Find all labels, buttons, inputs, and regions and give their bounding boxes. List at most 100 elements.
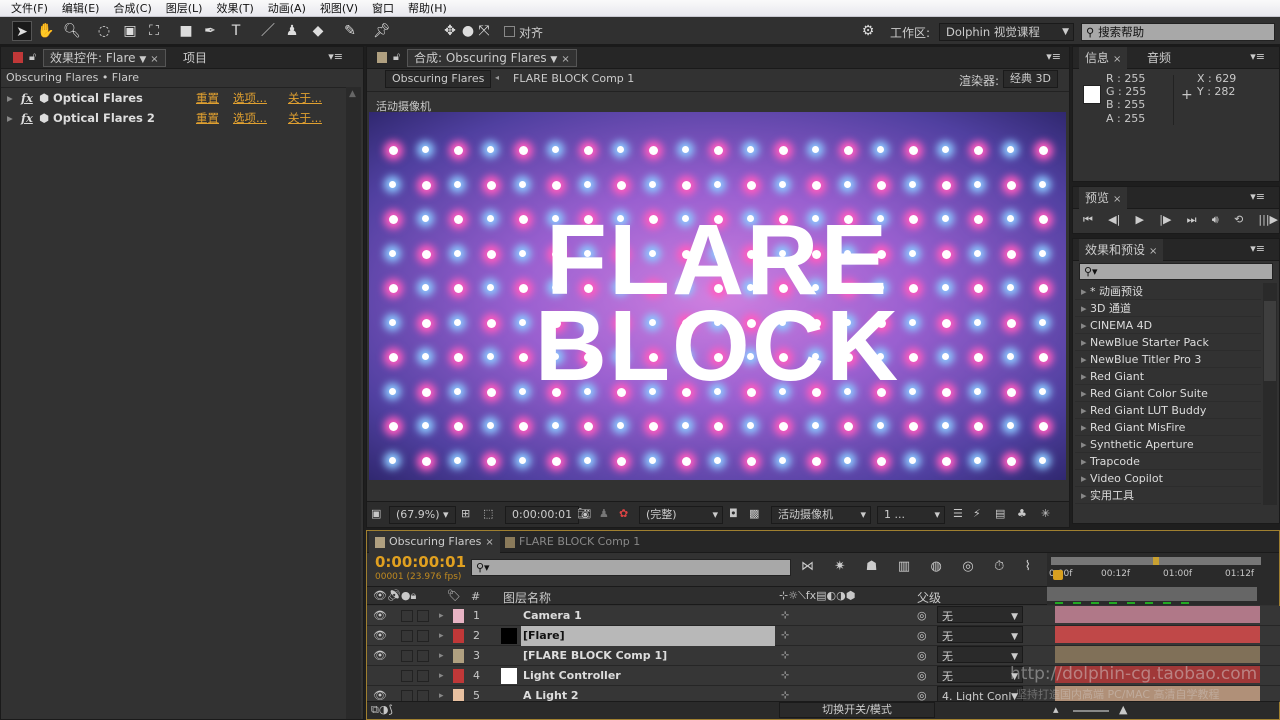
resolution-dropdown[interactable]: (完整) ▾ [639,506,723,524]
layer-search-input[interactable]: ⚲▾ [471,559,791,576]
layer-name[interactable]: [Flare] [521,626,775,646]
tab-effect-controls[interactable]: 效果控件: Flare ▼ × [43,49,166,67]
about-link[interactable]: 关于... [288,108,322,128]
exposure-icon[interactable]: ✳ [1041,507,1050,520]
camera-view-dropdown[interactable]: 活动摄像机 ▾ [771,506,871,524]
snap-checkbox[interactable] [504,26,515,37]
label-color[interactable] [453,629,464,643]
pickwhip-icon[interactable]: ◎ [917,626,927,646]
solo-toggle[interactable] [401,650,413,662]
menu-composition[interactable]: 合成(C) [106,0,158,16]
visibility-icon[interactable]: 👁︎ [373,626,387,646]
visibility-icon[interactable]: 👁︎ [373,606,387,626]
tab-effects-presets[interactable]: 效果和预设 × [1079,239,1164,261]
about-link[interactable]: 关于... [288,88,322,108]
pin-tool-icon[interactable]: 📌︎ [372,21,392,41]
layer-name[interactable]: Light Controller [521,666,775,686]
menu-effect[interactable]: 效果(T) [209,0,260,16]
expand-icon[interactable]: ▸ [439,646,444,666]
composition-viewer[interactable]: FLARE BLOCK [369,112,1066,480]
panel-menu-icon[interactable]: ▾≡ [1046,50,1061,63]
table-row[interactable]: 👁︎ ▸ 1 Camera 1 ⊹ ◎ 无 ▼ [367,606,1280,626]
parent-dropdown[interactable]: 无 ▼ [937,646,1023,663]
pickwhip-icon[interactable]: ◎ [917,686,927,702]
layer-name[interactable]: A Light 2 [521,686,775,702]
table-row[interactable]: 👁︎ ▸ 2 [Flare] ⊹ ◎ 无 ▼ [367,626,1280,646]
region-icon[interactable]: ▣ [371,507,381,520]
puppet-tool-icon[interactable]: ✎ [340,21,360,41]
pan-behind-tool-icon[interactable]: ⛶ [144,21,164,41]
next-frame-icon[interactable]: |▶ [1159,213,1171,227]
reset-link[interactable]: 重置 [196,88,219,108]
pen-tool-icon[interactable]: ✒ [200,21,220,41]
brush-tool-icon[interactable]: ／ [258,21,278,41]
tab-flare-block-comp[interactable]: FLARE BLOCK Comp 1 [499,531,646,553]
solo-toggle[interactable] [401,630,413,642]
visibility-icon[interactable]: 👁︎ [373,646,387,666]
expand-icon[interactable]: ▸ [439,606,444,626]
effects-category[interactable]: Red Giant MisFire [1075,419,1261,436]
switches[interactable]: ⊹ [781,646,789,666]
effects-category[interactable]: Video Copilot [1075,470,1261,487]
graph-editor-icon[interactable]: ⌇ [1025,559,1031,574]
view-layout-dropdown[interactable]: 1 ... ▾ [877,506,945,524]
ram-preview-icon[interactable]: |||▶ [1258,213,1278,227]
rotate-tool-icon[interactable]: ◌ [94,21,114,41]
layer-name[interactable]: [FLARE BLOCK Comp 1] [521,646,775,666]
breadcrumb-obscuring-flares[interactable]: Obscuring Flares [385,70,492,88]
scrollbar[interactable] [1263,283,1277,505]
tab-preview[interactable]: 预览 × [1079,187,1128,209]
label-color[interactable] [453,609,464,623]
auto-keyframe-icon[interactable]: ⏱ [994,559,1004,574]
selection-tool-icon[interactable]: ➤ [12,21,32,41]
flowchart-icon[interactable]: ♣ [1017,507,1027,520]
show-snapshot-icon[interactable]: ♟ [599,507,609,520]
expand-icon[interactable]: ▸ [439,626,444,646]
label-color[interactable] [453,649,464,663]
options-link[interactable]: 选项... [233,108,267,128]
workspace-dropdown[interactable]: Dolphin 视觉课程 ▼ [939,23,1074,41]
panel-menu-icon[interactable]: ▾≡ [328,50,343,63]
comp-mini-flowchart-icon[interactable]: ⋈ [801,559,814,574]
play-icon[interactable]: ▶ [1136,213,1144,227]
reset-link[interactable]: 重置 [196,108,219,128]
last-frame-icon[interactable]: ⏭ [1187,213,1197,227]
view-axis-icon[interactable]: ⤧ [474,21,494,41]
effects-category[interactable]: NewBlue Starter Pack [1075,334,1261,351]
zoom-slider[interactable] [1073,710,1109,712]
menu-layer[interactable]: 图层(L) [159,0,210,16]
axis-mode-icon[interactable]: ✥ [440,21,460,41]
lock-toggle[interactable] [417,610,429,622]
menu-window[interactable]: 窗口 [365,0,401,16]
tab-obscuring-flares[interactable]: Obscuring Flares × [369,531,500,553]
first-frame-icon[interactable]: ⏮ [1083,213,1093,227]
switches[interactable]: ⊹ [781,606,789,626]
effects-category[interactable]: NewBlue Titler Pro 3 [1075,351,1261,368]
fast-preview-icon[interactable]: ⚡︎ [973,507,981,520]
panel-menu-icon[interactable]: ▾≡ [1250,242,1265,255]
zoom-in-icon[interactable]: ▲ [1119,703,1127,716]
menu-file[interactable]: 文件(F) [4,0,55,16]
brainstorm-icon[interactable]: ◎ [962,559,973,574]
frame-blending-icon[interactable]: ▥ [898,559,910,574]
effects-category[interactable]: CINEMA 4D [1075,317,1261,334]
current-time-field[interactable]: 0:00:00:01 [505,506,580,524]
panel-menu-icon[interactable]: ▾≡ [1250,50,1265,63]
switches[interactable]: ⊹ [781,686,789,702]
time-ruler[interactable]: 0:00f 00:12f 01:00f 01:12f [1047,553,1279,605]
parent-dropdown[interactable]: 4. Light Conl ▼ [937,686,1023,702]
text-tool-icon[interactable]: T [226,21,246,41]
expand-icon[interactable]: ▸ [439,666,444,686]
prev-frame-icon[interactable]: ◀| [1108,213,1120,227]
audio-icon[interactable]: 🔊︎ [1212,213,1219,227]
effects-category[interactable]: 3D 通道 [1075,300,1261,317]
table-row[interactable]: 👁︎ ▸ 3 [FLARE BLOCK Comp 1] ⊹ ◎ 无 ▼ [367,646,1280,666]
breadcrumb-flare-block[interactable]: FLARE BLOCK Comp 1 [513,72,634,85]
layer-duration-bar[interactable] [1055,606,1260,623]
motion-blur-icon[interactable]: ◍ [931,559,942,574]
menu-edit[interactable]: 编辑(E) [55,0,107,16]
layer-duration-bar[interactable] [1055,646,1260,663]
rectangle-tool-icon[interactable]: ■ [176,21,196,41]
effects-category[interactable]: Red Giant [1075,368,1261,385]
mask-icon[interactable]: ⬚ [483,507,493,520]
